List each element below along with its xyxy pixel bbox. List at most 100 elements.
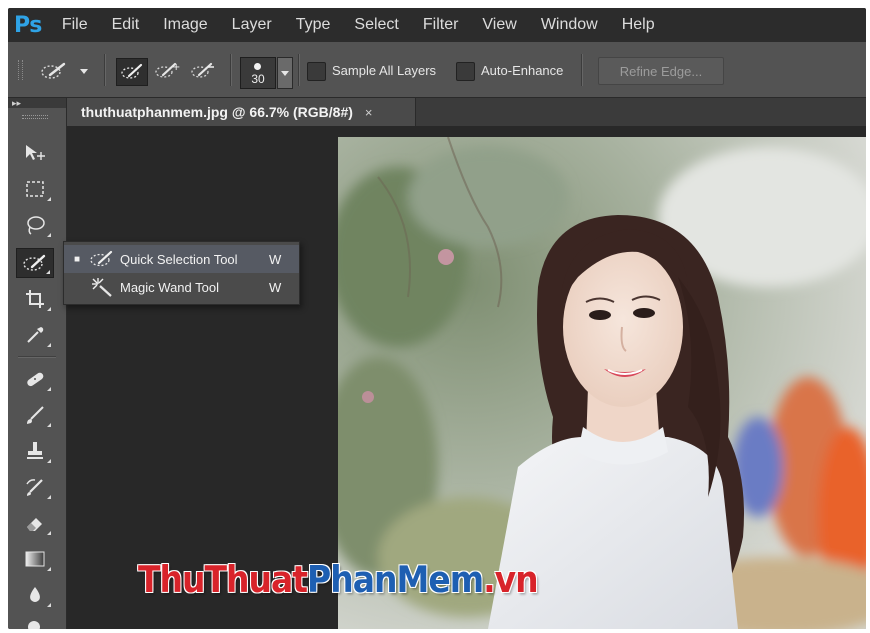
dodge-tool[interactable] [16, 614, 54, 629]
tools-panel-grip[interactable] [22, 115, 48, 119]
menu-window[interactable]: Window [541, 16, 598, 34]
photo-canvas[interactable] [338, 137, 866, 629]
magic-wand-icon [88, 276, 116, 298]
submenu-indicator-icon [47, 567, 51, 571]
tool-group-flyout: ■ Quick Selection Tool W Magic Wand Tool… [63, 241, 300, 305]
crop-tool[interactable] [16, 284, 54, 314]
stamp-icon [27, 442, 43, 459]
blur-tool[interactable] [16, 580, 54, 610]
menu-file[interactable]: File [62, 16, 88, 34]
menu-help[interactable]: Help [622, 16, 655, 34]
sample-all-layers-checkbox[interactable] [307, 62, 326, 81]
new-selection-button[interactable] [116, 58, 148, 86]
brush-picker[interactable]: 30 [240, 57, 276, 89]
flyout-item-label: Quick Selection Tool [120, 251, 238, 267]
flyout-item-quick-selection[interactable]: ■ Quick Selection Tool W [64, 245, 299, 273]
submenu-indicator-icon [47, 343, 51, 347]
options-bar: + 30 Sample All Layers Auto-Enhance Refi… [8, 42, 866, 98]
eyedropper-tool[interactable] [16, 320, 54, 350]
menu-type[interactable]: Type [296, 16, 331, 34]
submenu-indicator-icon [47, 233, 51, 237]
document-tab-bar: thuthuatphanmem.jpg @ 66.7% (RGB/8#) × [67, 98, 866, 126]
spot-healing-brush-tool[interactable] [16, 364, 54, 394]
tool-preset-picker[interactable] [38, 59, 98, 83]
submenu-indicator-icon [47, 603, 51, 607]
divider [298, 54, 300, 86]
chevron-down-icon [80, 68, 88, 74]
chevron-down-icon [281, 70, 289, 76]
history-brush-tool[interactable] [16, 472, 54, 502]
quick-selection-tool[interactable] [16, 248, 54, 278]
quick-selection-brush-icon [41, 62, 66, 79]
menu-bar: Ps File Edit Image Layer Type Select Fil… [8, 8, 866, 42]
submenu-indicator-icon [47, 387, 51, 391]
submenu-indicator-icon [47, 307, 51, 311]
lasso-icon [27, 216, 45, 235]
document-tab-title[interactable]: thuthuatphanmem.jpg @ 66.7% (RGB/8#) [81, 104, 353, 120]
options-bar-grip[interactable] [18, 60, 23, 80]
marquee-tool[interactable] [16, 174, 54, 204]
photoshop-logo: Ps [14, 12, 42, 38]
divider [104, 54, 106, 86]
watermark-part-1: ThuThuat [138, 558, 308, 601]
eraser-tool[interactable] [16, 508, 54, 538]
watermark-logo: ThuThuatPhanMem.vn [138, 558, 539, 601]
menu-select[interactable]: Select [354, 16, 398, 34]
bandage-icon [27, 372, 44, 387]
tools-divider [18, 356, 56, 358]
document-tab[interactable]: thuthuatphanmem.jpg @ 66.7% (RGB/8#) × [67, 98, 416, 126]
add-to-selection-button[interactable]: + [152, 58, 182, 84]
gradient-icon [25, 551, 45, 567]
portrait-photo [338, 137, 866, 629]
history-brush-icon [26, 479, 43, 496]
photoshop-window: Ps File Edit Image Layer Type Select Fil… [8, 8, 866, 629]
brush-icon [27, 406, 44, 424]
submenu-indicator-icon [47, 531, 51, 535]
quick-selection-icon [23, 254, 46, 271]
divider [230, 54, 232, 86]
new-selection-icon [121, 63, 143, 79]
refine-edge-button[interactable]: Refine Edge... [598, 57, 724, 85]
clone-stamp-tool[interactable] [16, 436, 54, 466]
menu-view[interactable]: View [482, 16, 516, 34]
flyout-item-shortcut: W [269, 251, 282, 267]
submenu-indicator-icon [47, 197, 51, 201]
subtract-from-selection-button[interactable] [188, 58, 218, 84]
crop-icon [26, 290, 44, 308]
submenu-indicator-icon [47, 459, 51, 463]
menu-edit[interactable]: Edit [112, 16, 140, 34]
brush-size-value: 30 [251, 72, 265, 86]
document-workspace[interactable] [67, 126, 866, 629]
tools-panel-header: ▸▸ [8, 98, 66, 108]
quick-selection-icon [88, 248, 116, 270]
move-icon [26, 145, 45, 160]
gradient-tool[interactable] [16, 544, 54, 574]
watermark-part-2: PhanMem [307, 558, 484, 601]
lasso-tool[interactable] [16, 210, 54, 240]
submenu-indicator-icon [47, 423, 51, 427]
submenu-indicator-icon [46, 270, 50, 274]
svg-text:+: + [172, 62, 180, 73]
flyout-item-shortcut: W [269, 279, 282, 295]
rectangular-marquee-icon [26, 181, 44, 197]
brush-tool[interactable] [16, 400, 54, 430]
flyout-item-label: Magic Wand Tool [120, 279, 219, 295]
add-to-selection-icon: + [155, 62, 180, 78]
menu-image[interactable]: Image [163, 16, 207, 34]
watermark-part-3: .vn [483, 558, 539, 601]
move-tool[interactable] [16, 138, 54, 168]
collapse-panel-icon[interactable]: ▸▸ [12, 98, 21, 108]
brush-tip-icon [254, 63, 261, 70]
eyedropper-icon [27, 327, 44, 343]
flyout-item-magic-wand[interactable]: Magic Wand Tool W [64, 273, 299, 301]
submenu-indicator-icon [47, 495, 51, 499]
menu-filter[interactable]: Filter [423, 16, 459, 34]
auto-enhance-checkbox[interactable] [456, 62, 475, 81]
brush-picker-dropdown[interactable] [277, 57, 293, 89]
menu-layer[interactable]: Layer [232, 16, 272, 34]
auto-enhance-label[interactable]: Auto-Enhance [481, 62, 563, 79]
dodge-icon [28, 621, 40, 629]
sample-all-layers-label[interactable]: Sample All Layers [332, 62, 436, 79]
eraser-icon [27, 518, 42, 531]
close-icon[interactable]: × [365, 105, 373, 120]
